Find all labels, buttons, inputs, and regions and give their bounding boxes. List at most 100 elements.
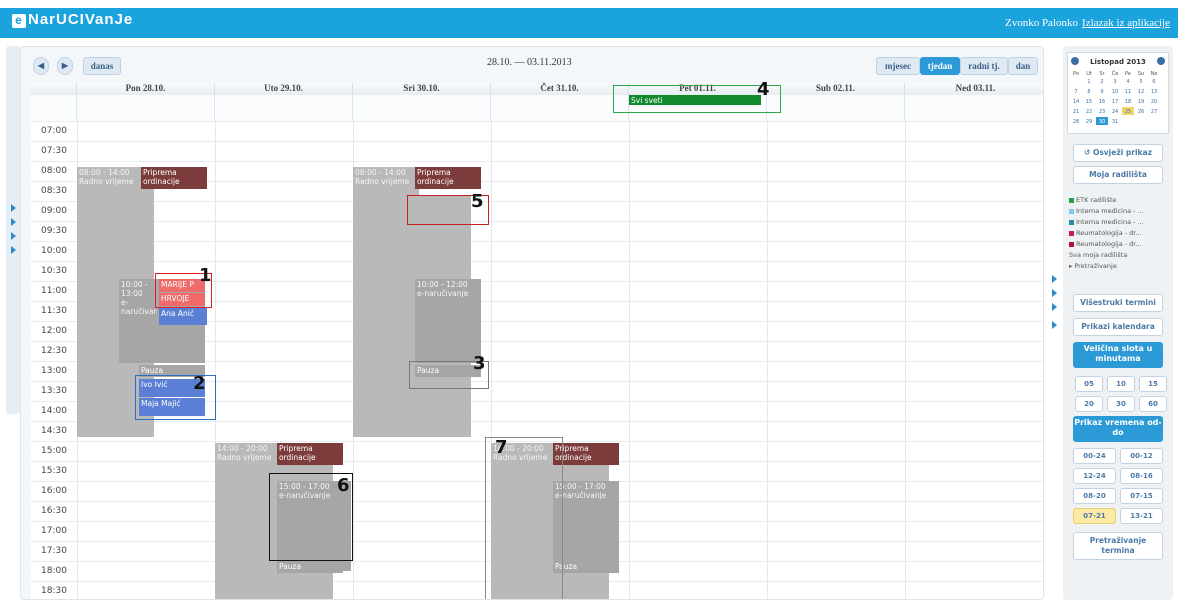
search-slots-button[interactable]: Pretraživanje termina <box>1073 532 1163 560</box>
minical-day[interactable]: 29 <box>1086 119 1092 125</box>
today-button[interactable]: danas <box>83 57 121 75</box>
expand-arrow-icon[interactable] <box>1052 289 1057 297</box>
time-range-button[interactable]: 07-15 <box>1120 488 1163 504</box>
legend-item[interactable]: Interna medicina - ... <box>1069 207 1144 215</box>
minical-day[interactable]: 19 <box>1138 99 1144 105</box>
minical-day[interactable]: 3 <box>1113 79 1116 85</box>
minical-day[interactable]: 10 <box>1112 89 1118 95</box>
minical-day[interactable]: 25 <box>1125 109 1131 115</box>
minical-day[interactable]: 9 <box>1100 89 1103 95</box>
minical-day[interactable]: 16 <box>1099 99 1105 105</box>
legend-item[interactable]: Reumatologija - dr... <box>1069 229 1142 237</box>
minical-day[interactable]: 26 <box>1138 109 1144 115</box>
minical-day[interactable]: 15 <box>1086 99 1092 105</box>
allday-cell[interactable] <box>767 95 905 121</box>
prep-event[interactable]: Priprema ordinacije <box>141 167 207 189</box>
time-range-button[interactable]: 07-21 <box>1073 508 1116 524</box>
minical-day[interactable]: 27 <box>1151 109 1157 115</box>
allday-cell[interactable] <box>77 95 215 121</box>
minical-day[interactable]: 17 <box>1112 99 1118 105</box>
right-collapse-arrows[interactable] <box>1050 275 1060 355</box>
time-range-button[interactable]: 00-12 <box>1120 448 1163 464</box>
expand-arrow-icon[interactable] <box>11 218 16 226</box>
expand-arrow-icon[interactable] <box>1052 275 1057 283</box>
next-week-button[interactable]: ▶ <box>57 57 73 75</box>
minical-day[interactable]: 12 <box>1138 89 1144 95</box>
left-collapse-strip[interactable] <box>6 46 20 414</box>
refresh-button[interactable]: ↺ Osvježi prikaz <box>1073 144 1163 162</box>
expand-arrow-icon[interactable] <box>11 246 16 254</box>
expand-arrow-icon[interactable] <box>1052 321 1057 329</box>
legend-item[interactable]: ETK radilište <box>1069 196 1117 204</box>
minical-day[interactable]: 4 <box>1126 79 1129 85</box>
minical-day[interactable]: 21 <box>1073 109 1079 115</box>
time-range-button[interactable]: 00-24 <box>1073 448 1116 464</box>
show-calendars-button[interactable]: Prikazi kalendara <box>1073 318 1163 336</box>
time-range-button[interactable]: 13-21 <box>1120 508 1163 524</box>
minical-day[interactable]: 2 <box>1100 79 1103 85</box>
slot-size-button[interactable]: 60 <box>1139 396 1167 412</box>
slot-size-button[interactable]: 30 <box>1107 396 1135 412</box>
day-header-wed[interactable]: Sri 30.10. <box>353 83 491 95</box>
allday-cell[interactable] <box>491 95 629 121</box>
minical-day[interactable]: 24 <box>1112 109 1118 115</box>
view-month-button[interactable]: mjesec <box>876 57 920 75</box>
slot-size-button[interactable]: 15 <box>1139 376 1167 392</box>
pause-block[interactable]: Pauza <box>277 561 343 573</box>
prev-week-button[interactable]: ◀ <box>33 57 49 75</box>
my-sites-button[interactable]: Moja radilišta <box>1073 166 1163 184</box>
allday-cell[interactable] <box>215 95 353 121</box>
minical-prev-icon[interactable] <box>1071 57 1079 65</box>
allday-cell[interactable] <box>353 95 491 121</box>
logout-link[interactable]: Izlazak iz aplikacije <box>1082 17 1170 29</box>
user-name[interactable]: Zvonko Palonko <box>1005 17 1078 29</box>
legend-item[interactable]: Reumatologija - dr... <box>1069 240 1142 248</box>
minical-day[interactable]: 20 <box>1151 99 1157 105</box>
legend-item[interactable]: ▸ Pretraživanje <box>1069 262 1117 270</box>
working-hours-label[interactable]: 14:00 - 20:00 Radno vrijeme <box>215 443 279 463</box>
expand-arrow-icon[interactable] <box>11 232 16 240</box>
view-day-button[interactable]: dan <box>1008 57 1038 75</box>
minical-day[interactable]: 13 <box>1151 89 1157 95</box>
slot-size-button[interactable]: 05 <box>1075 376 1103 392</box>
allday-cell[interactable] <box>905 95 1043 121</box>
minical-day[interactable]: 7 <box>1074 89 1077 95</box>
minical-day[interactable]: 14 <box>1073 99 1079 105</box>
time-range-button[interactable]: 08-16 <box>1120 468 1163 484</box>
expand-arrow-icon[interactable] <box>1052 303 1057 311</box>
prep-event[interactable]: Priprema ordinacije <box>415 167 481 189</box>
working-hours-label[interactable]: 08:00 - 14:00Radno vrijeme <box>353 167 417 187</box>
mini-calendar[interactable]: Listopad 2013 Po Ut Sr Če Pe Su Ne 1 2 3 4 5 6 7 8 9 10 1… <box>1067 52 1169 134</box>
minical-day[interactable]: 31 <box>1112 119 1118 125</box>
minical-day[interactable]: 1 <box>1087 79 1090 85</box>
day-header-sat[interactable]: Sub 02.11. <box>767 83 905 95</box>
minical-day[interactable]: 18 <box>1125 99 1131 105</box>
app-logo[interactable]: e NarUCIVanJe <box>12 11 133 28</box>
view-week-button[interactable]: tjedan <box>920 57 960 75</box>
minical-day[interactable]: 28 <box>1073 119 1079 125</box>
appointment-ana[interactable]: Ana Anić <box>159 308 207 325</box>
minical-day[interactable]: 23 <box>1099 109 1105 115</box>
prep-event[interactable]: Priprema ordinacije <box>277 443 343 465</box>
legend-item[interactable]: Sva moja radilišta <box>1069 251 1127 259</box>
working-hours-label[interactable]: 08:00 - 14:00Radno vrijeme <box>77 167 143 187</box>
time-range-button[interactable]: 12-24 <box>1073 468 1116 484</box>
slot-size-button[interactable]: 10 <box>1107 376 1135 392</box>
minical-day[interactable]: 22 <box>1086 109 1092 115</box>
minical-next-icon[interactable] <box>1157 57 1165 65</box>
day-header-mon[interactable]: Pon 28.10. <box>77 83 215 95</box>
minical-day[interactable]: 5 <box>1139 79 1142 85</box>
e-booking-label[interactable]: 10:00 - 13:00e-naručivanje <box>119 279 157 319</box>
time-range-button[interactable]: 08-20 <box>1073 488 1116 504</box>
day-header-sun[interactable]: Ned 03.11. <box>905 83 1043 95</box>
legend-item[interactable]: Interna medicina - ... <box>1069 218 1144 226</box>
minical-day[interactable]: 6 <box>1152 79 1155 85</box>
day-header-tue[interactable]: Uto 29.10. <box>215 83 353 95</box>
view-workweek-button[interactable]: radni tj. <box>960 57 1008 75</box>
expand-arrow-icon[interactable] <box>11 204 16 212</box>
minical-day[interactable]: 30 <box>1099 119 1105 125</box>
e-booking-label[interactable]: 10:00 - 12:00 e-naručivanje <box>415 279 481 299</box>
minical-day[interactable]: 11 <box>1125 89 1131 95</box>
multiple-slots-button[interactable]: Višestruki termini <box>1073 294 1163 312</box>
minical-day[interactable]: 8 <box>1087 89 1090 95</box>
